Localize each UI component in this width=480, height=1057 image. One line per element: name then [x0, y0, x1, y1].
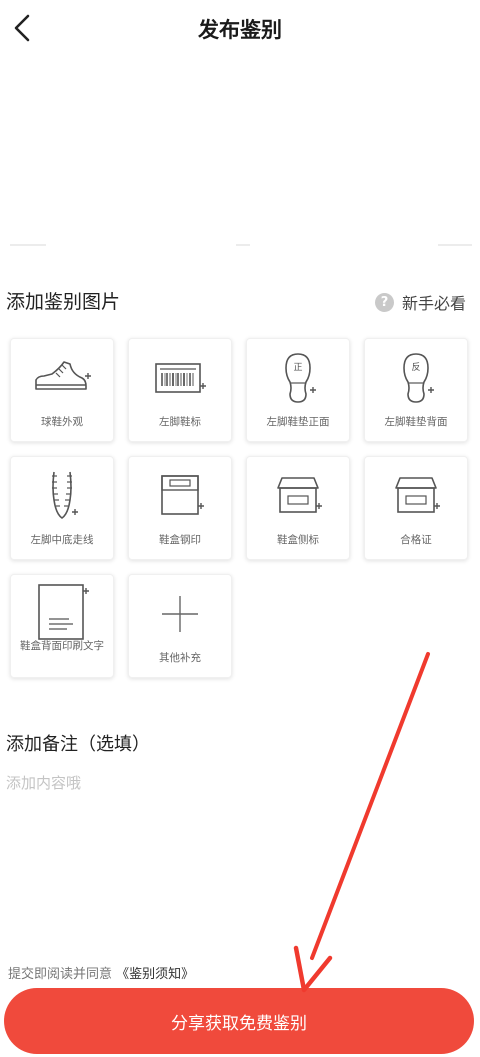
- upload-slot-label: 合格证: [400, 534, 432, 546]
- upload-slot-label: 鞋盒侧标: [277, 534, 319, 546]
- remark-input[interactable]: [6, 772, 466, 942]
- box-side-label-icon: [277, 477, 322, 513]
- header-blank-area: [0, 58, 480, 248]
- share-free-authentication-button[interactable]: 分享获取免费鉴别: [4, 988, 474, 1054]
- upload-slot-label: 左脚中底走线: [30, 534, 94, 546]
- upload-slot-left-insole-back[interactable]: 反 左脚鞋垫背面: [364, 338, 468, 442]
- agreement-text: 提交即阅读并同意: [8, 967, 113, 982]
- upload-slot-sneaker-appearance[interactable]: 球鞋外观: [10, 338, 114, 442]
- svg-text:正: 正: [293, 363, 302, 373]
- upload-slot-other[interactable]: 其他补充: [128, 574, 232, 678]
- insole-back-icon: 反: [403, 353, 434, 403]
- plus-icon: [162, 596, 198, 632]
- upload-slot-label: 鞋盒背面印刷文字: [20, 640, 104, 652]
- upload-slot-box-stamp[interactable]: 鞋盒钢印: [128, 456, 232, 560]
- page-title: 发布鉴别: [198, 18, 282, 42]
- upload-slot-left-insole-front[interactable]: 正 左脚鞋垫正面: [246, 338, 350, 442]
- beginner-guide-link[interactable]: ? 新手必看: [374, 288, 466, 316]
- upload-slot-label: 左脚鞋垫背面: [384, 416, 448, 428]
- help-icon: ?: [374, 292, 394, 312]
- upload-slot-label: 左脚鞋标: [159, 416, 201, 428]
- divider: [10, 244, 46, 246]
- upload-slot-left-midsole-stitch[interactable]: 左脚中底走线: [10, 456, 114, 560]
- insole-front-icon: 正: [285, 353, 316, 403]
- upload-slot-box-side-label[interactable]: 鞋盒侧标: [246, 456, 350, 560]
- barcode-label-icon: [155, 363, 206, 393]
- photo-upload-grid: 球鞋外观 左脚鞋标 正 左脚鞋垫正面 反 左脚鞋垫背面 左脚中底走线 鞋盒钢印 …: [10, 338, 470, 682]
- top-nav-bar: 发布鉴别: [0, 0, 480, 58]
- certificate-icon: [395, 477, 440, 513]
- upload-slot-label: 其他补充: [159, 652, 201, 664]
- agreement-notice: 提交即阅读并同意 《鉴别须知》: [8, 963, 194, 982]
- upload-slot-left-shoe-label[interactable]: 左脚鞋标: [128, 338, 232, 442]
- upload-slot-box-back-print[interactable]: 鞋盒背面印刷文字: [10, 574, 114, 678]
- upload-section-header: 添加鉴别图片 ? 新手必看: [6, 288, 466, 316]
- upload-slot-label: 左脚鞋垫正面: [266, 416, 330, 428]
- upload-slot-label: 球鞋外观: [41, 416, 83, 428]
- box-back-print-icon: [38, 584, 89, 640]
- divider: [438, 244, 472, 246]
- box-stamp-icon: [161, 475, 204, 515]
- divider: [236, 244, 250, 246]
- agreement-link[interactable]: 《鉴别须知》: [116, 967, 194, 982]
- beginner-guide-label: 新手必看: [401, 294, 466, 313]
- upload-slot-certificate[interactable]: 合格证: [364, 456, 468, 560]
- midsole-stitch-icon: [52, 471, 78, 519]
- upload-slot-label: 鞋盒钢印: [159, 534, 201, 546]
- remark-section-title: 添加备注（选填）: [6, 734, 150, 755]
- sneaker-icon: [35, 361, 91, 390]
- svg-text:反: 反: [411, 362, 420, 373]
